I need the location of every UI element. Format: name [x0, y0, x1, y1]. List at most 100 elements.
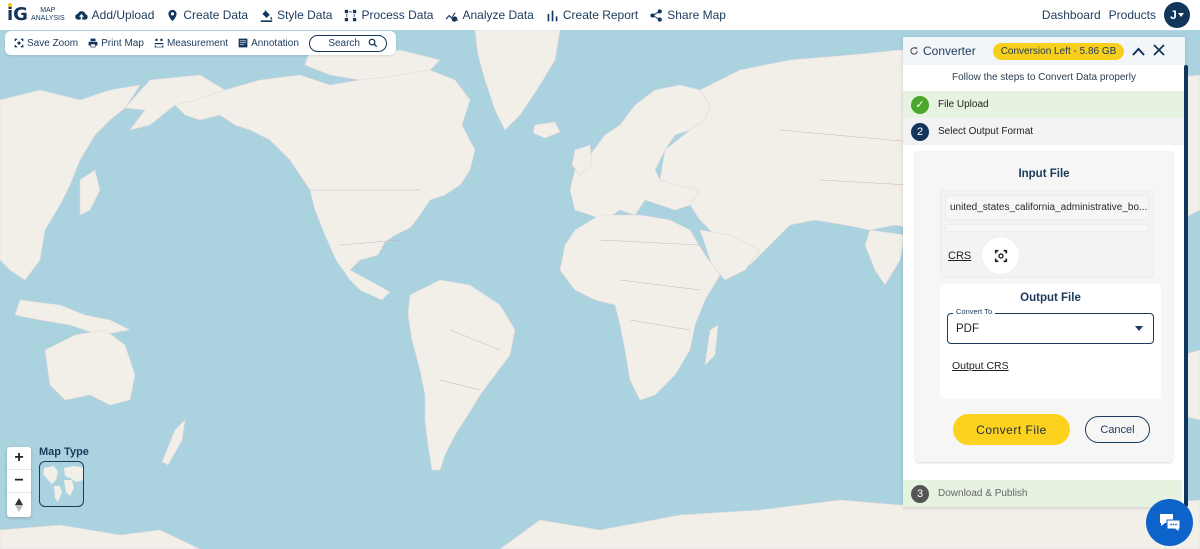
map-thumbnail-icon	[43, 466, 83, 502]
panel-scrollbar[interactable]	[1184, 65, 1188, 507]
step-label: File Upload	[938, 99, 989, 110]
action-buttons: Convert File Cancel	[953, 414, 1173, 445]
map-type-thumbnail[interactable]	[39, 461, 84, 507]
zoom-out-button[interactable]: −	[7, 470, 31, 493]
tool-label: Measurement	[166, 37, 229, 49]
converter-title: Converter	[909, 44, 976, 58]
map-type-label: Map Type	[39, 446, 89, 458]
chat-bubbles-icon	[1159, 513, 1180, 533]
user-avatar-menu[interactable]: J	[1164, 2, 1190, 28]
share-icon	[650, 8, 663, 22]
close-button[interactable]	[1153, 43, 1165, 60]
converter-panel: Converter Conversion Left - 5.86 GB Foll…	[903, 37, 1188, 507]
measure-icon	[154, 38, 164, 48]
nav-right: Dashboard Products J	[1042, 2, 1190, 28]
crs-detect-button[interactable]	[981, 236, 1021, 275]
annotation-icon	[238, 38, 248, 48]
land-north-america	[174, 69, 476, 301]
conversion-left-badge: Conversion Left - 5.86 GB	[992, 42, 1125, 60]
land-japan	[79, 169, 101, 216]
cancel-button[interactable]: Cancel	[1085, 416, 1150, 443]
tool-label: Annotation	[251, 37, 299, 49]
reset-north-button[interactable]	[7, 493, 31, 516]
input-filename: united_states_california_administrative_…	[945, 195, 1149, 220]
annotation-button[interactable]: Annotation	[238, 38, 299, 49]
nav-share-map[interactable]: Share Map	[650, 8, 726, 22]
step-label: Download & Publish	[938, 488, 1028, 499]
chat-support-button[interactable]	[1146, 499, 1193, 546]
file-progress-bar	[945, 224, 1149, 232]
zoom-controls: + −	[7, 447, 31, 517]
land-asia-west-wrap	[0, 84, 141, 281]
bar-chart-icon	[547, 10, 558, 21]
format-card: Input File united_states_california_admi…	[915, 151, 1173, 462]
nav-label: Analyze Data	[462, 8, 534, 22]
step-download-publish[interactable]: 3 Download & Publish	[903, 480, 1182, 507]
output-file-heading: Output File	[1020, 292, 1081, 304]
map-toolbar: Save Zoom Print Map Measurement Annotati…	[5, 31, 396, 55]
step-number-badge: 2	[911, 122, 929, 141]
land-india	[864, 229, 906, 286]
dropdown-arrow-icon	[1135, 326, 1143, 331]
search-placeholder: Search	[328, 37, 360, 49]
focus-icon	[14, 38, 24, 48]
nav-label: Create Report	[562, 8, 639, 22]
close-icon	[1153, 43, 1165, 56]
zoom-in-button[interactable]: +	[7, 447, 31, 470]
output-crs-link[interactable]: Output CRS	[952, 360, 1161, 372]
analyze-icon	[446, 11, 459, 22]
top-navigation-bar: iG MAP ANALYSIS Add/Upload Create Data St…	[0, 0, 1200, 30]
converter-header: Converter Conversion Left - 5.86 GB	[903, 37, 1185, 65]
avatar-initial: J	[1170, 8, 1177, 22]
step-label: Select Output Format	[938, 126, 1034, 137]
nav-label: Process Data	[361, 8, 434, 22]
dashboard-link[interactable]: Dashboard	[1042, 8, 1101, 22]
land-indonesia-wrap	[14, 299, 131, 336]
tool-label: Print Map	[101, 37, 144, 49]
convert-to-label: Convert To	[953, 307, 996, 316]
land-south-america	[407, 279, 516, 471]
output-file-box: Output File Convert To PDF Output CRS	[940, 284, 1161, 399]
collapse-button[interactable]	[1132, 43, 1146, 60]
check-icon: ✓	[911, 95, 929, 114]
paint-bucket-icon	[260, 9, 273, 22]
land-greenland	[474, 30, 561, 131]
land-new-zealand	[161, 419, 186, 466]
nav-create-report[interactable]: Create Report	[546, 8, 638, 22]
nav-create-data[interactable]: Create Data	[166, 8, 248, 22]
products-link[interactable]: Products	[1109, 8, 1156, 22]
crs-link[interactable]: CRS	[948, 250, 971, 262]
convert-file-button[interactable]: Convert File	[953, 414, 1070, 445]
caret-down-icon	[1177, 13, 1184, 17]
nav-process-data[interactable]: Process Data	[344, 8, 433, 22]
measurement-button[interactable]: Measurement	[154, 38, 228, 49]
cloud-upload-icon	[74, 10, 88, 20]
input-file-box: united_states_california_administrative_…	[940, 190, 1154, 278]
convert-to-value: PDF	[956, 322, 979, 335]
nav-label: Add/Upload	[91, 8, 155, 22]
printer-icon	[88, 38, 98, 48]
map-search-input[interactable]: Search	[308, 34, 387, 52]
land-africa	[559, 214, 721, 401]
nav-style-data[interactable]: Style Data	[260, 8, 332, 22]
logo-mark: iG	[7, 3, 28, 25]
crs-row: CRS	[945, 236, 1149, 275]
app-logo[interactable]: iG MAP ANALYSIS	[7, 3, 65, 25]
land-australia	[44, 329, 136, 406]
converter-instructions: Follow the steps to Convert Data properl…	[952, 72, 1136, 83]
save-zoom-button[interactable]: Save Zoom	[14, 38, 78, 49]
nav-label: Style Data	[277, 8, 333, 22]
step-select-output-format[interactable]: 2 Select Output Format	[903, 118, 1185, 145]
refresh-icon	[910, 47, 918, 55]
search-icon	[368, 38, 378, 48]
process-icon	[345, 9, 357, 21]
nav-analyze-data[interactable]: Analyze Data	[445, 8, 534, 22]
nav-label: Create Data	[183, 8, 249, 22]
print-map-button[interactable]: Print Map	[88, 38, 144, 49]
convert-to-select[interactable]: Convert To PDF	[947, 307, 1154, 344]
step-file-upload[interactable]: ✓ File Upload	[903, 91, 1185, 118]
input-file-heading: Input File	[1018, 168, 1070, 180]
nav-add-upload[interactable]: Add/Upload	[74, 8, 155, 22]
compass-arrow-icon	[15, 497, 23, 512]
step-number-badge: 3	[911, 484, 929, 503]
